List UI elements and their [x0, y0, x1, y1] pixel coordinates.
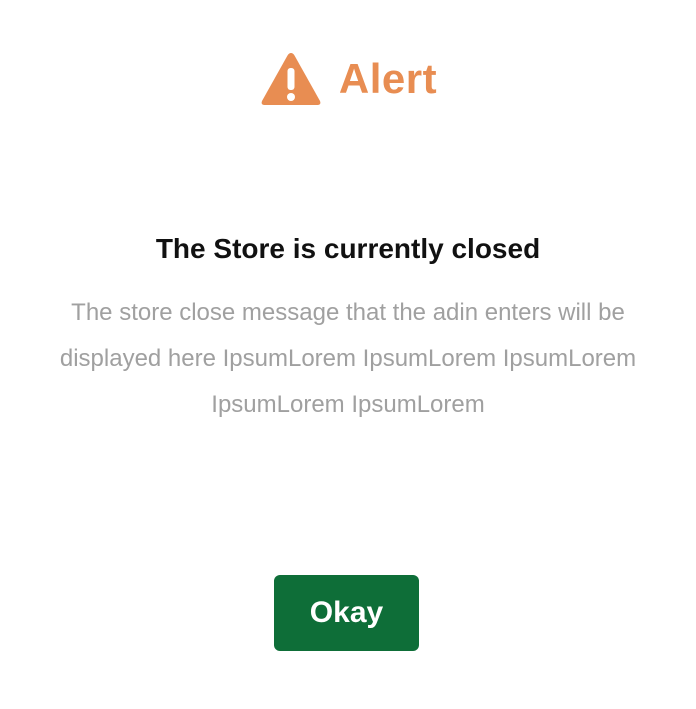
okay-button[interactable]: Okay [274, 575, 419, 651]
alert-header: Alert [0, 50, 696, 108]
store-closed-heading: The Store is currently closed [155, 233, 541, 264]
store-close-message: The store close message that the adin en… [59, 299, 637, 418]
store-closed-dialog: Alert The Store is currently closed The … [0, 0, 696, 709]
warning-triangle-icon [261, 53, 321, 105]
alert-title: Alert [338, 55, 438, 102]
